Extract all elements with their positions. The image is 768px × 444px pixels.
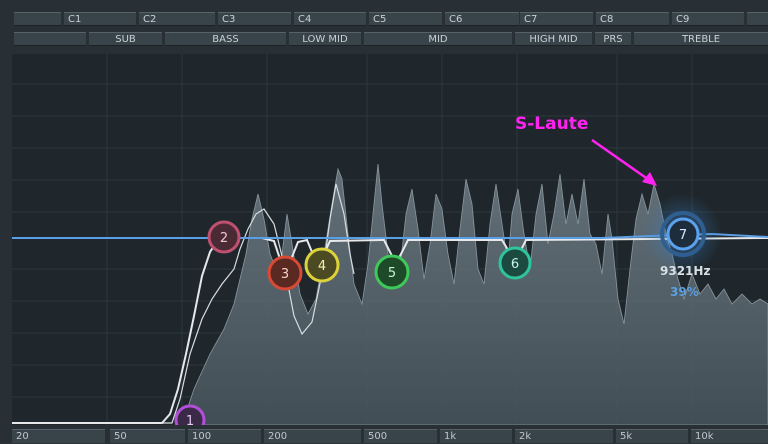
svg-text:1: 1 (186, 414, 194, 425)
eq-node-7[interactable]: 7 (660, 211, 706, 257)
eq-nodes: 1 2 3 4 5 6 7 (174, 138, 706, 425)
svg-text:6: 6 (511, 257, 519, 272)
band-row: SUB BASS LOW MID MID HIGH MID PRS TREBLE (0, 30, 768, 47)
channel-button-c9[interactable]: C9 (672, 12, 744, 26)
eq-node-6[interactable]: 6 (498, 246, 532, 280)
eq-node-5[interactable]: 5 (374, 254, 410, 290)
band-button-prs[interactable]: PRS (595, 32, 631, 46)
channel-button-c3[interactable]: C3 (218, 12, 291, 26)
band-button-high-mid[interactable]: HIGH MID (515, 32, 592, 46)
svg-text:3: 3 (281, 267, 289, 282)
channel-row: C1 C2 C3 C4 C5 C6 C7 C8 C9 (0, 10, 768, 27)
band-button-mid[interactable]: MID (364, 32, 512, 46)
channel-button-blank-right[interactable] (747, 12, 768, 26)
channel-button-c2[interactable]: C2 (139, 12, 215, 26)
axis-label-1k: 1k (440, 429, 512, 443)
node-frequency-readout: 9321Hz (660, 264, 711, 278)
channel-button-c4[interactable]: C4 (294, 12, 366, 26)
svg-text:4: 4 (318, 259, 326, 274)
eq-node-1[interactable]: 1 (174, 404, 206, 425)
channel-button-c7[interactable]: C7 (520, 12, 593, 26)
axis-label-50: 50 (110, 429, 185, 443)
eq-node-3[interactable]: 3 (267, 255, 303, 291)
svg-text:2: 2 (220, 231, 228, 246)
channel-button-c6[interactable]: C6 (445, 12, 519, 26)
channel-button-c8[interactable]: C8 (596, 12, 669, 26)
axis-label-10k: 10k (691, 429, 768, 443)
eq-graph[interactable]: 1 2 3 4 5 6 7 (12, 54, 768, 426)
annotation-arrow (591, 138, 657, 186)
axis-label-500: 500 (364, 429, 437, 443)
svg-text:7: 7 (679, 228, 687, 243)
band-button-sub[interactable]: SUB (89, 32, 162, 46)
axis-label-200: 200 (264, 429, 361, 443)
annotation-label: S-Laute (515, 114, 589, 134)
channel-button-c5[interactable]: C5 (369, 12, 442, 26)
channel-button-blank-left[interactable] (14, 12, 61, 26)
axis-label-2k: 2k (515, 429, 613, 443)
axis-label-20: 20 (12, 429, 105, 443)
axis-label-5k: 5k (616, 429, 688, 443)
svg-text:5: 5 (388, 266, 396, 281)
band-button-bass[interactable]: BASS (165, 32, 286, 46)
band-button-treble[interactable]: TREBLE (634, 32, 768, 46)
band-button-blank[interactable] (14, 32, 86, 46)
eq-window: C1 C2 C3 C4 C5 C6 C7 C8 C9 SUB BASS LOW … (0, 0, 768, 443)
eq-node-2[interactable]: 2 (207, 220, 241, 254)
channel-button-c1[interactable]: C1 (64, 12, 136, 26)
eq-node-4[interactable]: 4 (304, 247, 340, 283)
band-button-low-mid[interactable]: LOW MID (289, 32, 361, 46)
axis-label-100: 100 (188, 429, 261, 443)
node-amount-readout: 39% (670, 285, 699, 299)
